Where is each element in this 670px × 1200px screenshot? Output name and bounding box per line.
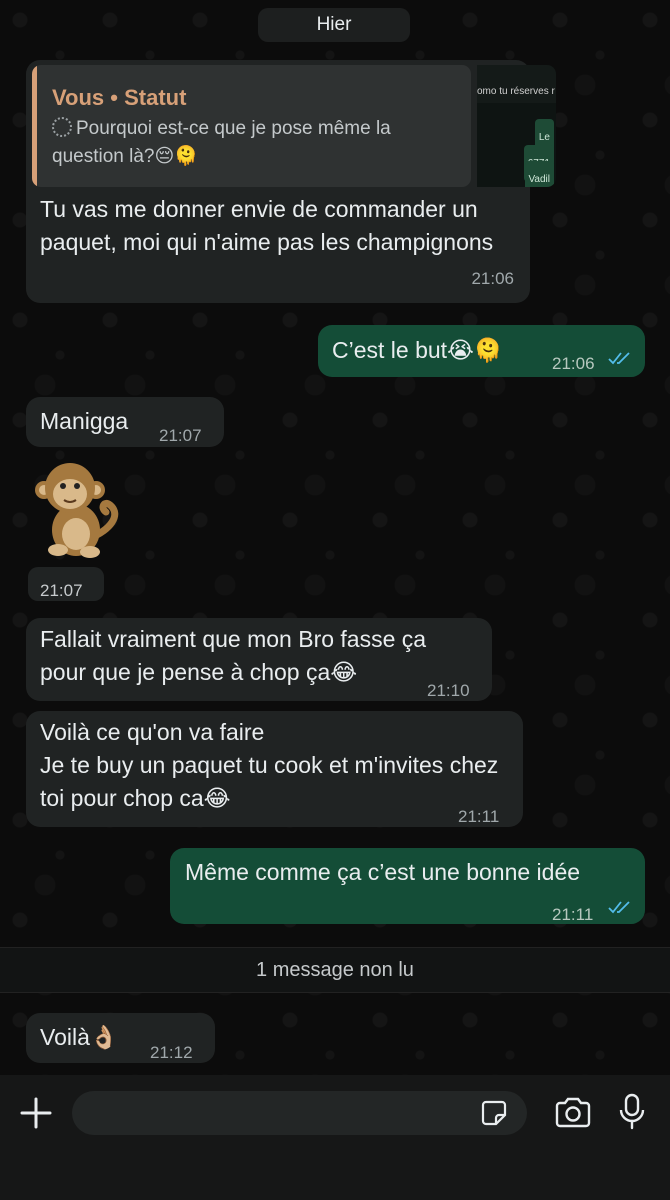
- camera-icon[interactable]: [554, 1097, 592, 1129]
- message-composer: [0, 1075, 670, 1200]
- thumbnail-chip: Vadil: [524, 161, 554, 187]
- message-text: Tu vas me donner envie de commander un p…: [40, 196, 494, 255]
- quote-text: Pourquoi est-ce que je pose même la ques…: [52, 115, 432, 171]
- message-bubble-outgoing[interactable]: C’est le but😭🫠 21:06: [318, 325, 645, 377]
- reply-quote[interactable]: Vous • Statut Pourquoi est-ce que je pos…: [32, 65, 471, 187]
- unread-label: 1 message non lu: [256, 958, 414, 981]
- message-bubble-incoming[interactable]: Fallait vraiment que mon Bro fasse ça po…: [26, 618, 492, 701]
- message-text: Voilà ce qu'on va faire Je te buy un paq…: [40, 719, 499, 811]
- message-bubble-incoming[interactable]: Vous • Statut Pourquoi est-ce que je pos…: [26, 60, 556, 303]
- message-time: 21:11: [458, 807, 500, 826]
- message-text: Même comme ça c’est une bonne idée: [185, 859, 581, 885]
- read-receipt-icon: [608, 901, 630, 914]
- quote-text-content: Pourquoi est-ce que je pose même la ques…: [52, 118, 391, 167]
- thumbnail-preview-text: omo tu réserves r: [477, 65, 556, 103]
- sticker-time-pill: 21:07: [28, 567, 104, 601]
- status-thumbnail: omo tu réserves r Le 6771 Vadil: [477, 65, 556, 187]
- message-time: 21:12: [150, 1043, 193, 1062]
- message-text: Voilà👌🏼: [40, 1024, 119, 1050]
- read-receipt-icon: [608, 352, 630, 365]
- message-time: 21:06: [552, 354, 595, 373]
- message-bubble-incoming[interactable]: Manigga 21:07: [26, 397, 224, 447]
- quote-author: Vous • Statut: [52, 85, 187, 110]
- message-time: 21:11: [552, 905, 594, 924]
- message-bubble-incoming[interactable]: Voilà👌🏼 21:12: [26, 1013, 215, 1063]
- message-time: 21:07: [159, 426, 202, 445]
- message-time: 21:10: [427, 681, 470, 700]
- monkey-sticker[interactable]: [30, 460, 122, 560]
- message-time: 21:07: [40, 581, 83, 600]
- quote-accent-bar: [32, 65, 37, 187]
- message-text: Manigga: [40, 408, 129, 434]
- message-input[interactable]: [72, 1091, 527, 1135]
- message-text: C’est le but😭🫠: [332, 337, 503, 363]
- date-separator: Hier: [258, 8, 410, 42]
- unread-divider: 1 message non lu: [0, 947, 670, 993]
- message-time: 21:06: [471, 269, 514, 288]
- status-ring-icon: [52, 117, 72, 137]
- sticker-icon[interactable]: [480, 1099, 508, 1127]
- date-label: Hier: [316, 14, 352, 35]
- plus-icon[interactable]: [19, 1096, 53, 1130]
- message-bubble-outgoing[interactable]: Même comme ça c’est une bonne idée 21:11: [170, 848, 645, 924]
- microphone-icon[interactable]: [618, 1093, 646, 1131]
- message-bubble-incoming[interactable]: Voilà ce qu'on va faire Je te buy un paq…: [26, 711, 523, 827]
- message-text: Fallait vraiment que mon Bro fasse ça po…: [40, 626, 427, 685]
